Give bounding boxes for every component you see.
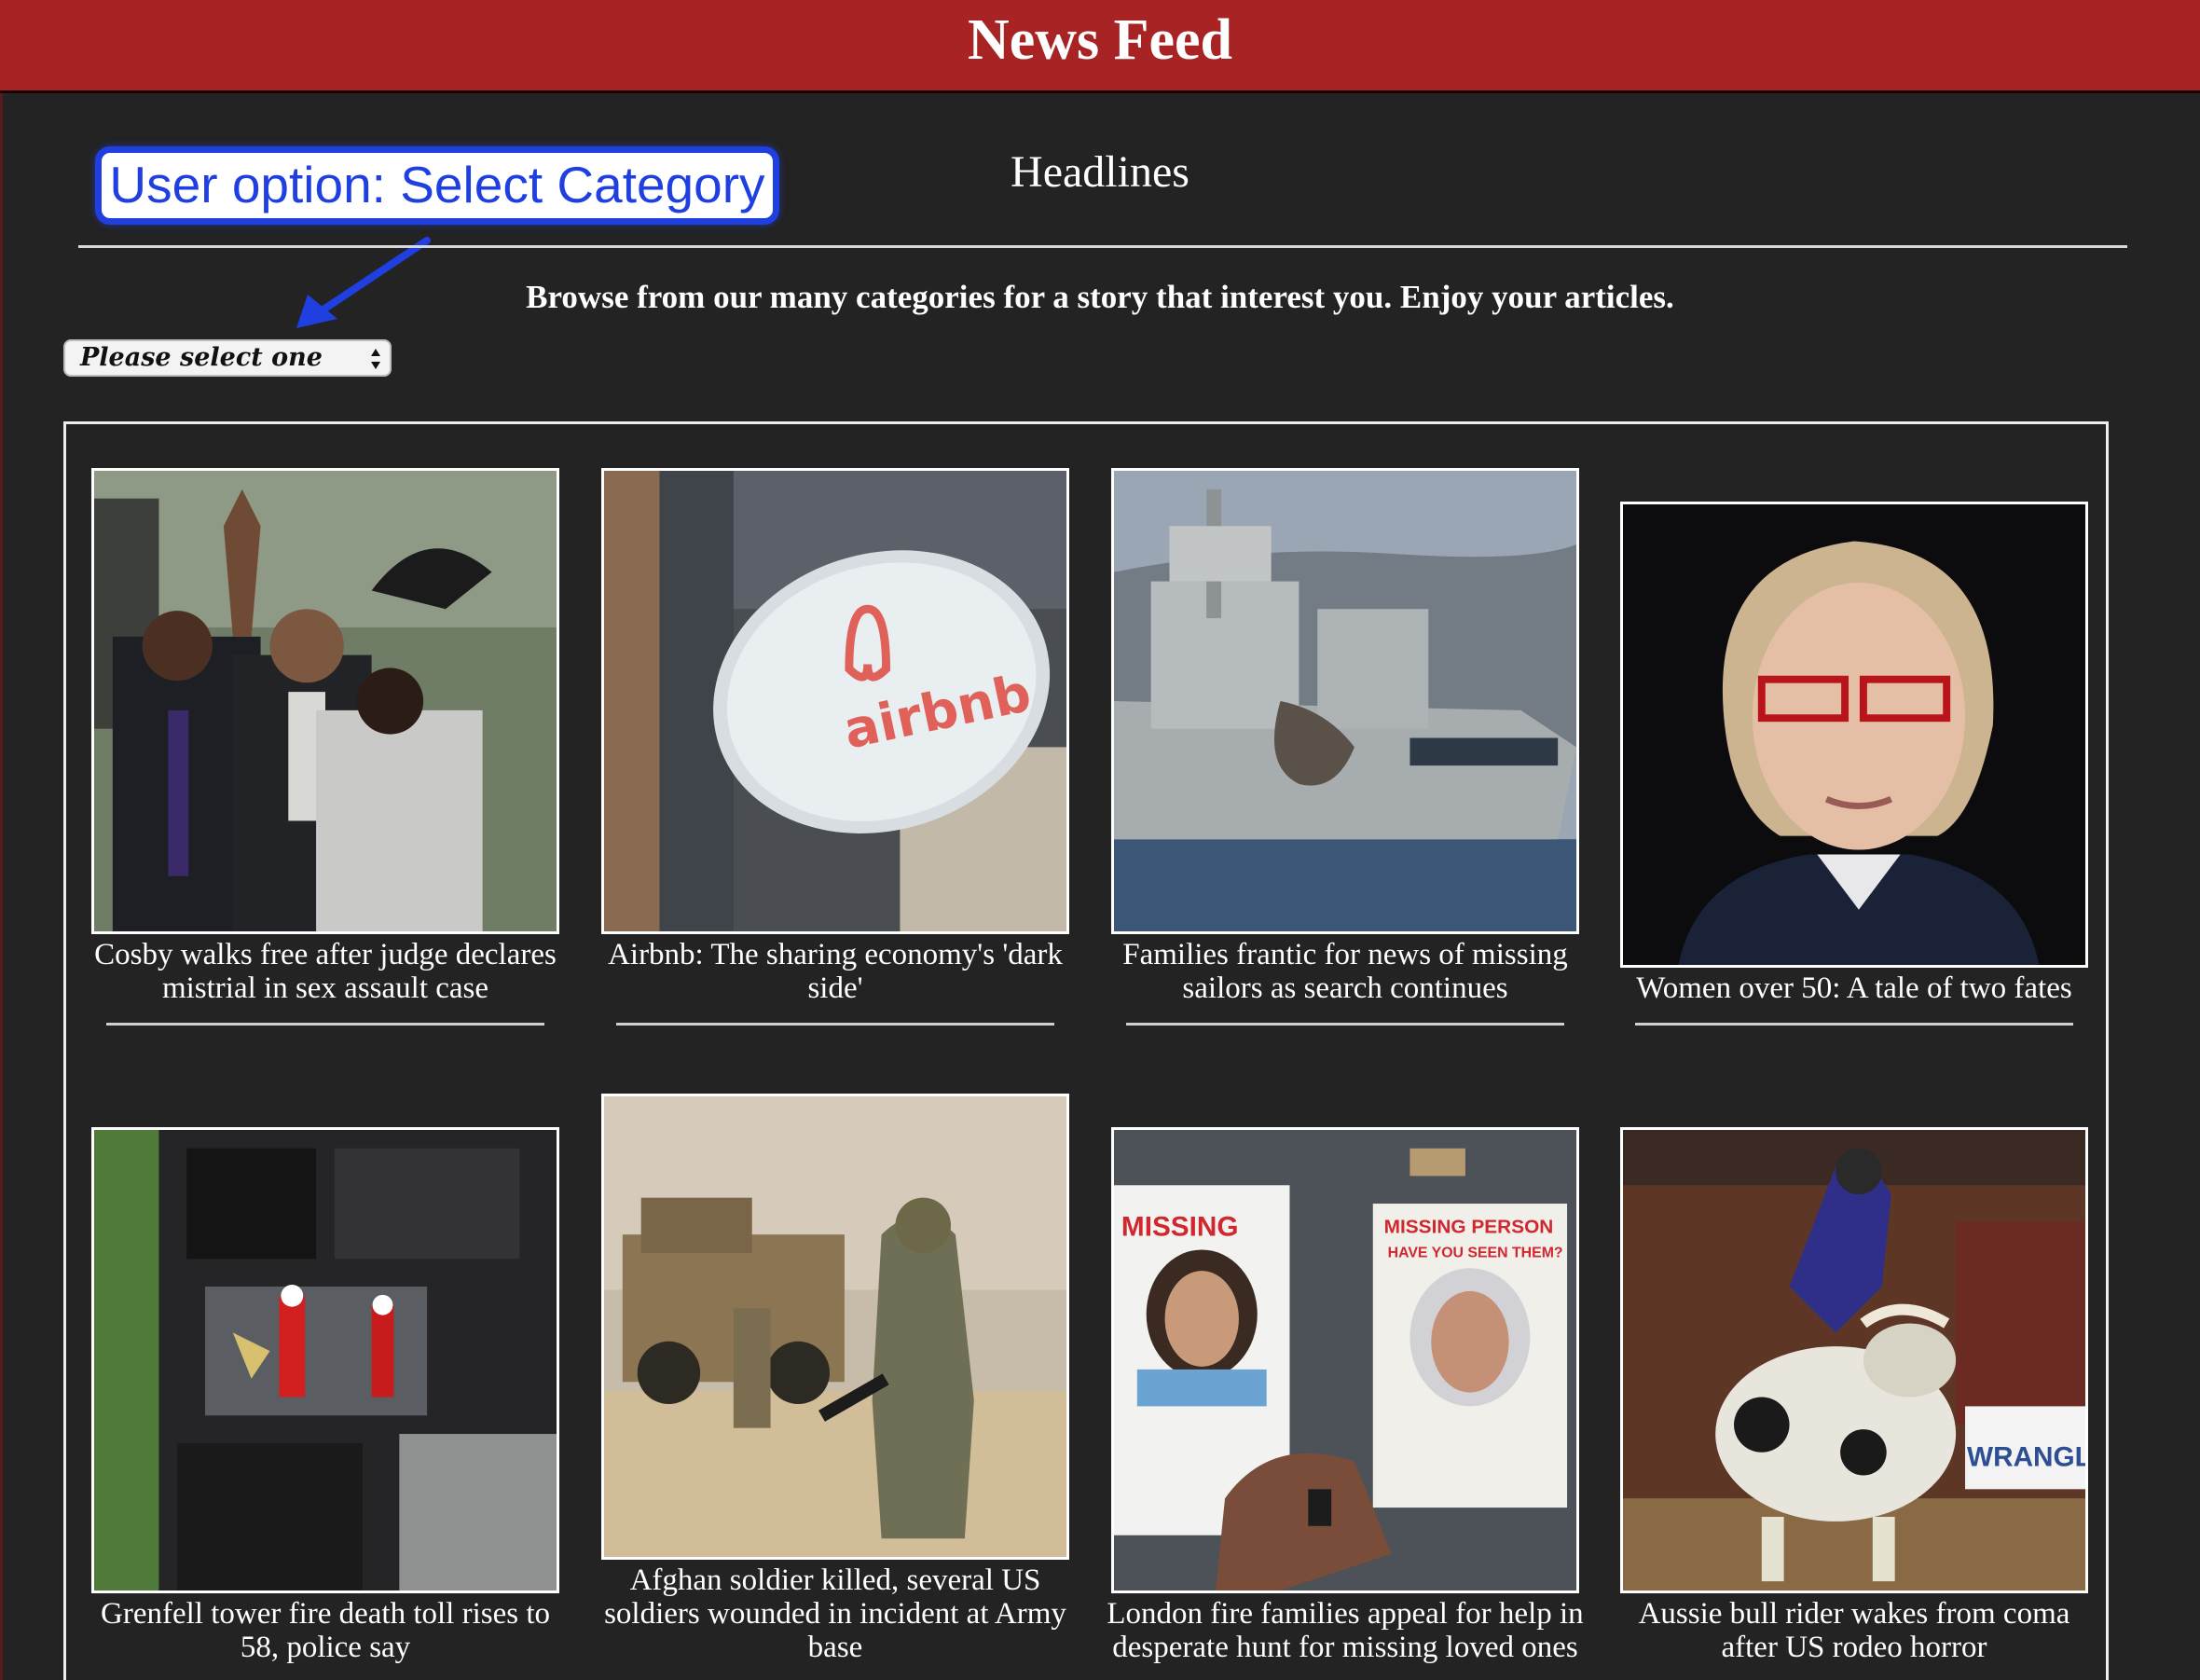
category-select[interactable]: Please select one — [63, 339, 392, 377]
article-caption[interactable]: Cosby walks free after judge declares mi… — [82, 938, 569, 1005]
article-image[interactable]: airbnb — [601, 468, 1069, 934]
article-caption[interactable]: Airbnb: The sharing economy's 'dark side… — [592, 938, 1079, 1005]
tagline: Browse from our many categories for a st… — [526, 279, 1674, 315]
article-image[interactable] — [91, 1127, 559, 1593]
window-left-edge — [0, 93, 3, 1680]
news-feed-grid: Cosby walks free after judge declares mi… — [63, 421, 2109, 1680]
article-caption[interactable]: Families frantic for news of missing sai… — [1102, 938, 1588, 1005]
article-image[interactable] — [1111, 468, 1579, 934]
article-caption[interactable]: London fire families appeal for help in … — [1102, 1597, 1588, 1664]
card-divider — [616, 1023, 1054, 1026]
card-divider — [1126, 1023, 1564, 1026]
article-image[interactable] — [1620, 502, 2088, 968]
select-arrows-icon — [371, 349, 380, 369]
poster-right-heading: MISSING PERSON — [1384, 1217, 1554, 1238]
card-divider — [106, 1023, 544, 1026]
annotation-callout: User option: Select Category — [95, 146, 779, 225]
article-image[interactable] — [91, 468, 559, 934]
category-select-value: Please select one — [80, 343, 323, 372]
article-image[interactable]: WRANGLE — [1620, 1127, 2088, 1593]
rodeo-banner-text: WRANGLE — [1967, 1442, 2085, 1473]
poster-left-heading: MISSING — [1121, 1212, 1239, 1243]
header-bar: News Feed — [0, 0, 2200, 93]
article-image[interactable] — [601, 1094, 1069, 1560]
header-divider — [78, 245, 2127, 248]
article-caption[interactable]: Women over 50: A tale of two fates — [1611, 971, 2097, 1005]
article-caption[interactable]: Aussie bull rider wakes from coma after … — [1611, 1597, 2097, 1664]
page-title: News Feed — [967, 8, 1233, 72]
article-caption[interactable]: Afghan soldier killed, several US soldie… — [592, 1563, 1079, 1664]
article-caption[interactable]: Grenfell tower fire death toll rises to … — [82, 1597, 569, 1664]
card-divider — [1635, 1023, 2073, 1026]
article-image[interactable]: MISSING MISSING PERSON HAVE YOU SEEN THE… — [1111, 1127, 1579, 1593]
poster-right-subheading: HAVE YOU SEEN THEM? — [1388, 1245, 1563, 1260]
